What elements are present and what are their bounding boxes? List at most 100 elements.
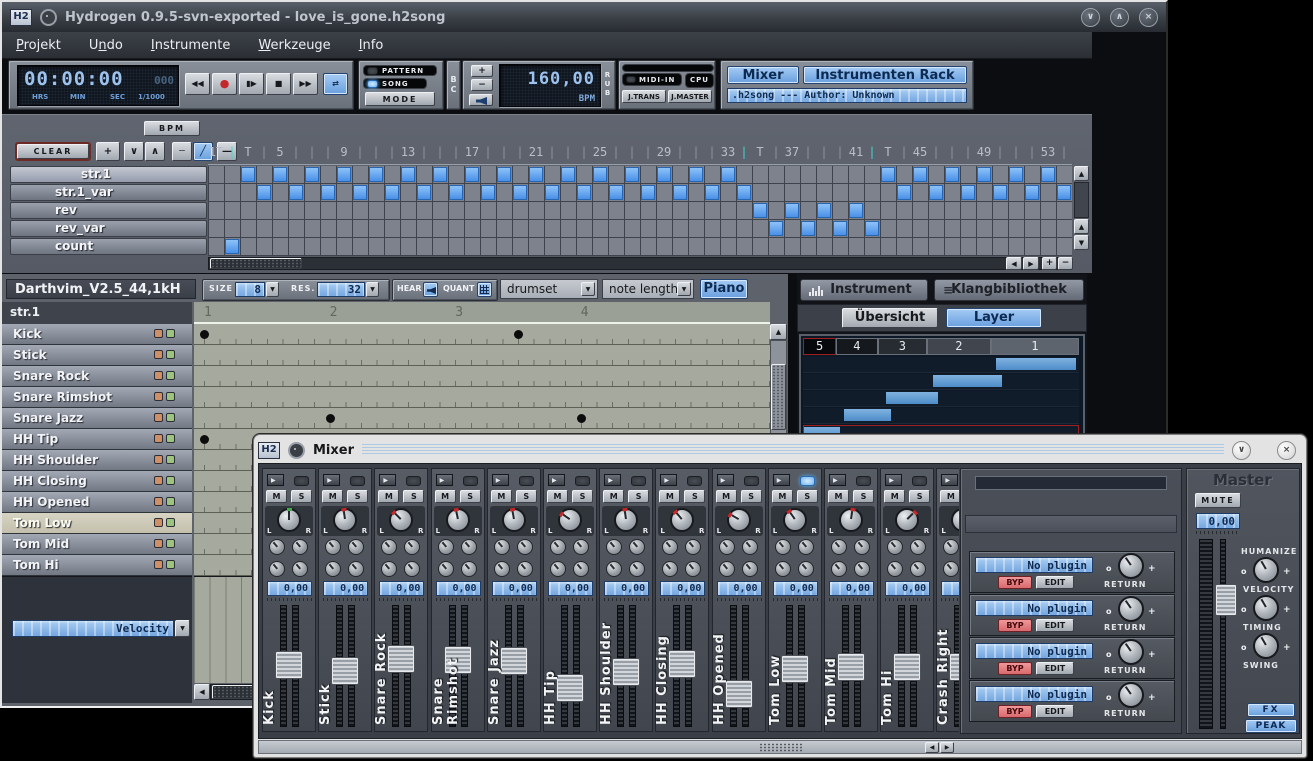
strip-play-button[interactable]: ▶ <box>829 474 846 486</box>
jack-transport-button[interactable]: J.TRANS <box>622 90 666 103</box>
mute-led[interactable] <box>154 560 163 569</box>
strip-fader-handle[interactable] <box>668 650 696 678</box>
fx-send-knob[interactable] <box>348 561 364 577</box>
song-grid-row[interactable] <box>208 220 1072 238</box>
solo-led[interactable] <box>166 371 175 380</box>
fx-send-knob[interactable] <box>461 561 477 577</box>
fx-return-knob[interactable] <box>1118 682 1144 708</box>
solo-led[interactable] <box>166 497 175 506</box>
layer-sample-bar[interactable] <box>933 375 1002 387</box>
song-vscroll-track[interactable] <box>1074 182 1089 218</box>
pan-knob[interactable] <box>558 508 582 532</box>
rewind-button[interactable]: ◀◀ <box>185 73 210 95</box>
pattern-block[interactable] <box>721 167 735 182</box>
pattern-block[interactable] <box>897 185 911 200</box>
piano-toggle-button[interactable]: Piano <box>700 279 748 299</box>
mixer-title-bar[interactable]: H2 Mixer ∨× <box>258 438 1302 462</box>
strip-fader-handle[interactable] <box>331 657 359 685</box>
strip-mute-button[interactable]: M <box>378 490 399 503</box>
solo-led[interactable] <box>166 560 175 569</box>
pattern-block[interactable] <box>353 185 367 200</box>
strip-mute-button[interactable]: M <box>547 490 568 503</box>
fx-send-knob[interactable] <box>719 539 735 555</box>
fx-send-knob[interactable] <box>662 539 678 555</box>
strip-fader-handle[interactable] <box>893 653 921 681</box>
pattern-row-name[interactable]: count <box>10 238 207 255</box>
song-hscroll-handle[interactable] <box>210 258 302 269</box>
solo-led[interactable] <box>166 476 175 485</box>
instrument-row[interactable]: HH Tip <box>2 429 192 450</box>
select-mode-button[interactable]: ┄ <box>172 142 192 161</box>
mixer-shade-button[interactable]: ∨ <box>1232 441 1251 460</box>
strip-solo-button[interactable]: S <box>403 490 424 503</box>
view-bersicht[interactable]: Übersicht <box>842 308 938 328</box>
strip-mute-button[interactable]: M <box>940 490 959 503</box>
instrument-row[interactable]: Snare Rock <box>2 366 192 387</box>
strip-fader-track[interactable] <box>730 605 737 727</box>
fx-send-knob[interactable] <box>550 539 566 555</box>
pattern-block[interactable] <box>753 203 767 218</box>
pattern-block[interactable] <box>641 185 655 200</box>
mixer-toggle-button[interactable]: Mixer <box>727 66 799 84</box>
strip-play-button[interactable]: ▶ <box>548 474 565 486</box>
strip-mute-button[interactable]: M <box>716 490 737 503</box>
fx-send-knob[interactable] <box>854 561 870 577</box>
strip-fader-handle[interactable] <box>387 645 415 673</box>
pattern-block[interactable] <box>305 167 319 182</box>
mute-led[interactable] <box>154 518 163 527</box>
note-grid-row[interactable] <box>194 408 770 429</box>
strip-play-button[interactable]: ▶ <box>717 474 734 486</box>
fx-send-knob[interactable] <box>662 561 678 577</box>
fx-send-knob[interactable] <box>325 539 341 555</box>
fx-send-knob[interactable] <box>292 539 308 555</box>
fx-send-knob[interactable] <box>685 561 701 577</box>
strip-solo-button[interactable]: S <box>460 490 481 503</box>
pattern-vscroll-up-button[interactable]: ▲ <box>770 324 787 340</box>
tab-instrument[interactable]: Instrument <box>800 279 928 301</box>
strip-play-button[interactable]: ▶ <box>436 474 453 486</box>
mute-led[interactable] <box>154 392 163 401</box>
fx-send-knob[interactable] <box>775 561 791 577</box>
note-dot[interactable] <box>200 330 209 339</box>
note-dot[interactable] <box>577 414 586 423</box>
fx-bypass-button[interactable]: BYP <box>998 662 1032 675</box>
fx-send-knob[interactable] <box>606 539 622 555</box>
strip-mute-button[interactable]: M <box>659 490 680 503</box>
pan-knob[interactable] <box>277 508 301 532</box>
pan-knob[interactable] <box>839 508 863 532</box>
strip-play-button[interactable]: ▶ <box>267 474 284 486</box>
master-fx-button[interactable]: FX <box>1247 703 1295 717</box>
fx-send-knob[interactable] <box>606 561 622 577</box>
pattern-block[interactable] <box>241 167 255 182</box>
pattern-block[interactable] <box>849 203 863 218</box>
song-grid-row[interactable] <box>208 202 1072 220</box>
fx-bypass-button[interactable]: BYP <box>998 705 1032 718</box>
fx-send-knob[interactable] <box>292 561 308 577</box>
timeline-bpm-button[interactable]: BPM <box>144 121 200 136</box>
fx-send-knob[interactable] <box>269 539 285 555</box>
pattern-block[interactable] <box>657 167 671 182</box>
song-vscroll-up2-button[interactable]: ▲ <box>1074 219 1089 234</box>
layer-sample-bar[interactable] <box>996 358 1076 370</box>
strip-play-button[interactable]: ▶ <box>379 474 396 486</box>
tab-klangbibliothek[interactable]: ≡Klangbibliothek <box>934 279 1084 301</box>
strip-play-button[interactable]: ▶ <box>604 474 621 486</box>
strip-mute-button[interactable]: M <box>772 490 793 503</box>
pattern-block[interactable] <box>593 167 607 182</box>
strip-fader-track[interactable] <box>561 605 568 727</box>
add-pattern-button[interactable]: + <box>96 142 120 161</box>
pattern-block[interactable] <box>801 221 815 236</box>
pattern-block[interactable] <box>881 167 895 182</box>
move-down-button[interactable]: ∨ <box>124 142 144 161</box>
master-fader-track[interactable] <box>1220 539 1226 729</box>
mute-led[interactable] <box>154 539 163 548</box>
pattern-block[interactable] <box>833 221 847 236</box>
fx-edit-button[interactable]: EDIT <box>1036 705 1074 718</box>
stop-button[interactable]: ■ <box>266 73 291 95</box>
menu-undo[interactable]: Undo <box>75 38 137 53</box>
fx-send-knob[interactable] <box>910 539 926 555</box>
solo-led[interactable] <box>166 392 175 401</box>
fx-send-knob[interactable] <box>719 561 735 577</box>
song-scroll-left-button[interactable]: ◀ <box>1006 257 1022 270</box>
pattern-block[interactable] <box>385 185 399 200</box>
